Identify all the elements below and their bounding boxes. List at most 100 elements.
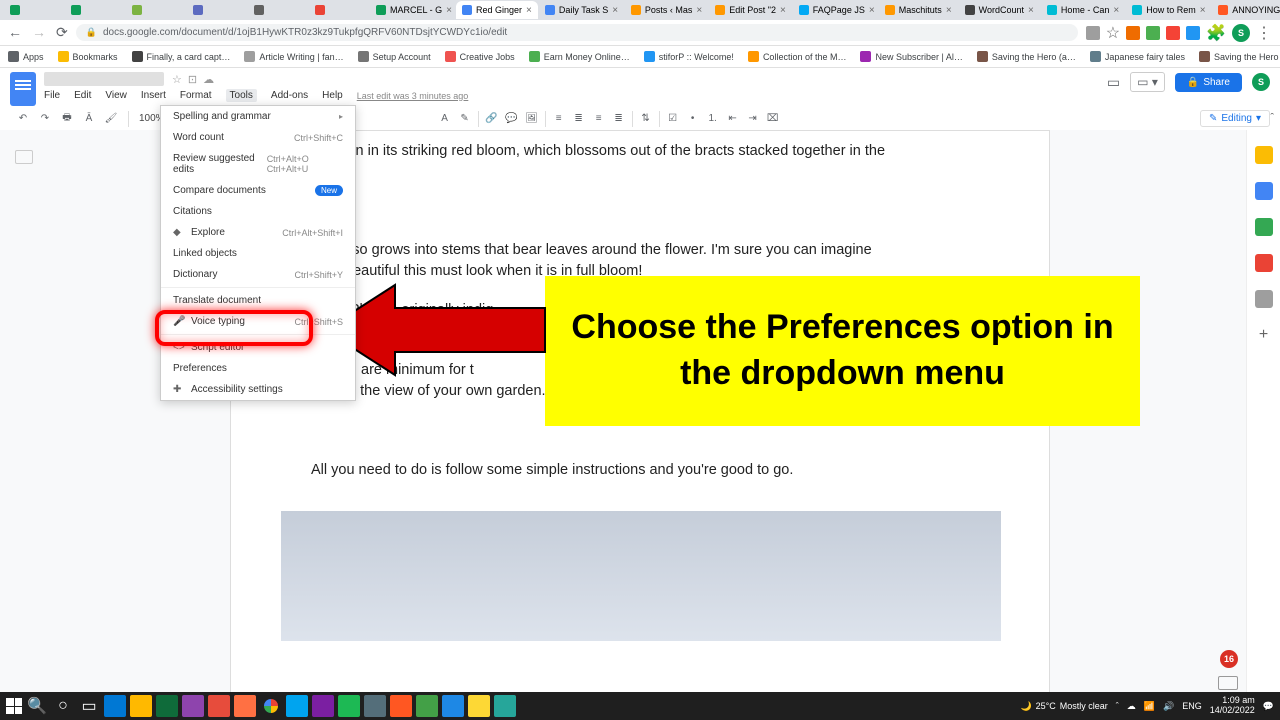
dd-linked-objects[interactable]: Linked objects xyxy=(161,243,355,264)
tab-edit-post[interactable]: Edit Post "2× xyxy=(709,1,792,19)
comment-icon[interactable]: 💬 xyxy=(503,110,521,128)
taskbar-app[interactable] xyxy=(130,695,152,717)
print-icon[interactable]: 🖶 xyxy=(58,110,76,128)
taskbar-app[interactable] xyxy=(234,695,256,717)
bookmark-item[interactable]: Collection of the M… xyxy=(748,51,847,62)
tab-red-ginger[interactable]: Red Ginger× xyxy=(456,1,538,19)
cortana-icon[interactable]: ○ xyxy=(52,695,74,717)
volume-icon[interactable]: 🔊 xyxy=(1163,701,1174,712)
bookmark-item[interactable]: Saving the Hero (a… xyxy=(1199,51,1280,62)
ext-icon[interactable] xyxy=(1166,26,1180,40)
close-icon[interactable]: × xyxy=(869,5,875,16)
taskbar-app[interactable] xyxy=(338,695,360,717)
ext-icon[interactable] xyxy=(1186,26,1200,40)
present-icon[interactable]: ▭ ▾ xyxy=(1130,72,1165,92)
tab-0[interactable] xyxy=(4,1,64,19)
start-button[interactable] xyxy=(6,698,22,714)
document-title[interactable] xyxy=(44,72,164,86)
ext-icon[interactable] xyxy=(1126,26,1140,40)
wifi-icon[interactable]: 📶 xyxy=(1144,701,1155,712)
dd-explore[interactable]: ◆ExploreCtrl+Alt+Shift+I xyxy=(161,222,355,243)
menu-file[interactable]: File xyxy=(44,90,60,101)
extensions-icon[interactable]: 🧩 xyxy=(1206,23,1226,43)
ext-icon[interactable] xyxy=(1146,26,1160,40)
bookmark-item[interactable]: Creative Jobs xyxy=(445,51,515,62)
close-icon[interactable]: × xyxy=(946,5,952,16)
paint-format-icon[interactable]: 🖌 xyxy=(102,110,120,128)
tab-faqpage[interactable]: FAQPage JS× xyxy=(793,1,878,19)
dd-citations[interactable]: Citations xyxy=(161,201,355,222)
reload-icon[interactable]: ⟳ xyxy=(56,24,68,41)
tray-chevron-icon[interactable]: ˆ xyxy=(1116,701,1119,711)
star-icon[interactable]: ☆ xyxy=(172,73,182,86)
last-edit-text[interactable]: Last edit was 3 minutes ago xyxy=(357,91,469,101)
language-indicator[interactable]: ENG xyxy=(1182,701,1202,711)
notification-badge[interactable]: 16 xyxy=(1220,650,1238,668)
taskbar-app[interactable] xyxy=(364,695,386,717)
dd-voice-typing[interactable]: 🎤Voice typingCtrl+Shift+S xyxy=(161,311,355,332)
close-icon[interactable]: × xyxy=(1028,5,1034,16)
menu-format[interactable]: Format xyxy=(180,90,212,101)
tab-2[interactable] xyxy=(126,1,186,19)
undo-icon[interactable]: ↶ xyxy=(14,110,32,128)
taskbar-app[interactable] xyxy=(260,695,282,717)
tab-marcel[interactable]: MARCEL - G× xyxy=(370,1,455,19)
close-icon[interactable]: × xyxy=(696,5,702,16)
explore-button-icon[interactable] xyxy=(1218,676,1238,690)
tab-posts[interactable]: Posts ‹ Mas× xyxy=(625,1,708,19)
maps-icon[interactable] xyxy=(1255,290,1273,308)
clock[interactable]: 1:09 am 14/02/2022 xyxy=(1210,696,1255,716)
taskbar-app[interactable] xyxy=(468,695,490,717)
increase-indent-icon[interactable]: ⇥ xyxy=(744,110,762,128)
dd-compare[interactable]: Compare documentsNew xyxy=(161,180,355,201)
tab-1[interactable] xyxy=(65,1,125,19)
clear-format-icon[interactable]: ⌧ xyxy=(764,110,782,128)
text-color-icon[interactable]: A xyxy=(436,110,454,128)
bookmark-item[interactable]: Setup Account xyxy=(358,51,431,62)
back-icon[interactable]: ← xyxy=(8,24,22,41)
close-icon[interactable]: × xyxy=(612,5,618,16)
dd-dictionary[interactable]: DictionaryCtrl+Shift+Y xyxy=(161,264,355,285)
add-icon[interactable]: + xyxy=(1259,326,1268,344)
taskbar-app[interactable] xyxy=(286,695,308,717)
menu-help[interactable]: Help xyxy=(322,90,343,101)
menu-icon[interactable]: ⋮ xyxy=(1256,23,1272,43)
docs-logo-icon[interactable] xyxy=(10,72,36,106)
taskbar-app[interactable] xyxy=(416,695,438,717)
dd-review-suggested[interactable]: Review suggested editsCtrl+Alt+O Ctrl+Al… xyxy=(161,148,355,180)
bulleted-list-icon[interactable]: • xyxy=(684,110,702,128)
calendar-icon[interactable] xyxy=(1255,146,1273,164)
taskbar-app[interactable] xyxy=(208,695,230,717)
close-icon[interactable]: × xyxy=(526,5,532,16)
tab-4[interactable] xyxy=(248,1,308,19)
bookmark-item[interactable]: Finally, a card capt… xyxy=(132,51,231,62)
bookmark-item[interactable]: New Subscriber | Al… xyxy=(860,51,962,62)
dd-script-editor[interactable]: <>Script editor xyxy=(161,337,355,358)
align-right-icon[interactable]: ≡ xyxy=(590,110,608,128)
search-icon[interactable]: 🔍 xyxy=(26,695,48,717)
menu-insert[interactable]: Insert xyxy=(141,90,166,101)
menu-addons[interactable]: Add-ons xyxy=(271,90,308,101)
align-center-icon[interactable]: ≣ xyxy=(570,110,588,128)
taskbar-app[interactable] xyxy=(442,695,464,717)
document-image[interactable] xyxy=(281,511,1001,641)
ext-icon[interactable] xyxy=(1086,26,1100,40)
forward-icon[interactable]: → xyxy=(32,24,46,41)
contacts-icon[interactable] xyxy=(1255,254,1273,272)
dd-word-count[interactable]: Word countCtrl+Shift+C xyxy=(161,127,355,148)
url-bar[interactable]: 🔒 docs.google.com/document/d/1ojB1HywKTR… xyxy=(76,24,1078,41)
decrease-indent-icon[interactable]: ⇤ xyxy=(724,110,742,128)
numbered-list-icon[interactable]: 1. xyxy=(704,110,722,128)
tab-home-can[interactable]: Home - Can× xyxy=(1041,1,1125,19)
bookmark-item[interactable]: Saving the Hero (a… xyxy=(977,51,1076,62)
taskbar-app[interactable] xyxy=(494,695,516,717)
user-avatar[interactable]: S xyxy=(1252,73,1270,91)
close-icon[interactable]: × xyxy=(780,5,786,16)
star-icon[interactable]: ☆ xyxy=(1106,23,1120,43)
taskbar-app[interactable] xyxy=(156,695,178,717)
highlight-icon[interactable]: ✎ xyxy=(456,110,474,128)
tab-3[interactable] xyxy=(187,1,247,19)
cloud-icon[interactable]: ☁ xyxy=(203,73,214,86)
taskbar-app[interactable] xyxy=(182,695,204,717)
close-icon[interactable]: × xyxy=(1200,5,1206,16)
